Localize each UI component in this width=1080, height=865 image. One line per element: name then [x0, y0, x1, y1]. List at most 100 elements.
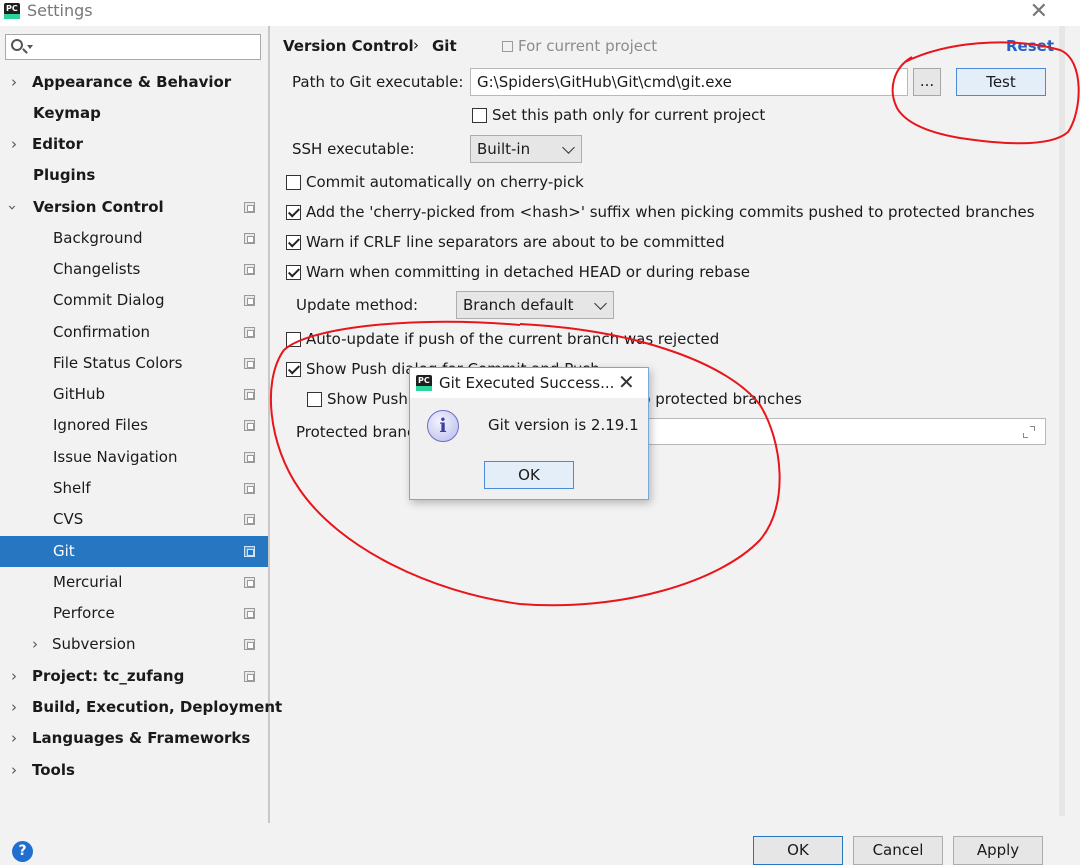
git-path-input[interactable]: G:\Spiders\GitHub\Git\cmd\git.exe: [470, 68, 908, 96]
window-title: Settings: [27, 1, 93, 20]
chevron-right-icon[interactable]: ›: [11, 692, 17, 723]
scrollbar[interactable]: [1059, 26, 1065, 816]
chevron-down-icon: [562, 141, 575, 154]
sidebar-item-mercurial[interactable]: Mercurial: [0, 567, 268, 598]
project-scope-icon: [244, 327, 255, 338]
sidebar-item-version-control[interactable]: › Version Control: [0, 192, 268, 223]
project-scope-icon: [244, 389, 255, 400]
warn-crlf-label: Warn if CRLF line separators are about t…: [306, 233, 725, 251]
sidebar-item-appearance-behavior[interactable]: › Appearance & Behavior: [0, 67, 268, 98]
show-push-dialog-checkbox[interactable]: [286, 362, 301, 377]
update-method-label: Update method:: [296, 296, 419, 314]
ssh-executable-value: Built-in: [477, 140, 531, 158]
breadcrumb-parent: Version Control: [283, 37, 414, 55]
auto-update-checkbox[interactable]: [286, 332, 301, 347]
sidebar-item-languages-frameworks[interactable]: › Languages & Frameworks: [0, 723, 268, 754]
set-path-only-checkbox[interactable]: [472, 108, 487, 123]
sidebar-item-cvs[interactable]: CVS: [0, 504, 268, 535]
sidebar-item-editor[interactable]: › Editor: [0, 129, 268, 160]
project-scope-icon: [244, 483, 255, 494]
project-scope-icon: [244, 546, 255, 557]
sidebar-item-project[interactable]: › Project: tc_zufang: [0, 661, 268, 692]
sidebar-item-shelf[interactable]: Shelf: [0, 473, 268, 504]
search-field[interactable]: [5, 34, 261, 60]
sidebar-item-plugins[interactable]: Plugins: [0, 160, 268, 191]
search-icon: [11, 39, 23, 51]
close-icon[interactable]: ✕: [618, 370, 635, 394]
chevron-right-icon[interactable]: ›: [32, 629, 38, 660]
update-method-value: Branch default: [463, 296, 574, 314]
sidebar-item-issue-navigation[interactable]: Issue Navigation: [0, 442, 268, 473]
chevron-right-icon[interactable]: ›: [11, 755, 17, 786]
git-success-dialog: PC Git Executed Success... ✕ i Git versi…: [409, 367, 649, 500]
apply-button[interactable]: Apply: [953, 836, 1043, 865]
project-scope-icon: [244, 452, 255, 463]
chevron-right-icon[interactable]: ›: [11, 129, 17, 160]
dialog-title: Git Executed Success...: [439, 374, 615, 392]
project-scope-icon: [244, 671, 255, 682]
expand-icon[interactable]: [1023, 426, 1035, 438]
sidebar-item-background[interactable]: Background: [0, 223, 268, 254]
project-scope-icon: [244, 608, 255, 619]
commit-auto-checkbox[interactable]: [286, 175, 301, 190]
test-button[interactable]: Test: [956, 68, 1046, 96]
warn-detached-label: Warn when committing in detached HEAD or…: [306, 263, 751, 281]
page-title: Git: [432, 37, 457, 55]
sidebar-item-perforce[interactable]: Perforce: [0, 598, 268, 629]
update-method-select[interactable]: Branch default: [456, 291, 614, 319]
sidebar-item-git[interactable]: Git: [0, 536, 268, 567]
ssh-executable-label: SSH executable:: [292, 140, 415, 158]
sidebar-item-tools[interactable]: › Tools: [0, 755, 268, 786]
search-input[interactable]: [36, 37, 256, 57]
add-suffix-label: Add the 'cherry-picked from <hash>' suff…: [306, 203, 1035, 221]
sidebar-item-changelists[interactable]: Changelists: [0, 254, 268, 285]
chevron-right-icon[interactable]: ›: [11, 661, 17, 692]
pycharm-icon: PC: [4, 3, 20, 19]
ssh-executable-select[interactable]: Built-in: [470, 135, 582, 163]
chevron-right-icon[interactable]: ›: [11, 723, 17, 754]
scope-note: For current project: [518, 37, 658, 55]
info-icon: i: [427, 410, 459, 442]
auto-update-label: Auto-update if push of the current branc…: [306, 330, 720, 348]
dialog-message: Git version is 2.19.1: [488, 416, 639, 434]
project-scope-icon: [244, 639, 255, 650]
project-scope-icon: [244, 264, 255, 275]
settings-sidebar: › Appearance & Behavior Keymap › Editor …: [0, 26, 282, 823]
sidebar-item-github[interactable]: GitHub: [0, 379, 268, 410]
dialog-ok-button[interactable]: OK: [484, 461, 574, 489]
sidebar-item-keymap[interactable]: Keymap: [0, 98, 268, 129]
close-icon[interactable]: ✕: [1030, 0, 1048, 24]
git-path-label: Path to Git executable:: [292, 73, 464, 91]
project-scope-icon: [244, 420, 255, 431]
project-scope-icon: [244, 233, 255, 244]
chevron-down-icon: [27, 45, 33, 49]
project-scope-icon: [244, 358, 255, 369]
project-scope-icon: [502, 41, 513, 52]
chevron-down-icon[interactable]: ›: [0, 205, 28, 211]
help-icon[interactable]: ?: [12, 841, 33, 862]
pycharm-icon: PC: [416, 375, 432, 391]
sidebar-item-build-execution-deployment[interactable]: › Build, Execution, Deployment: [0, 692, 282, 723]
ok-button[interactable]: OK: [753, 836, 843, 865]
project-scope-icon: [244, 295, 255, 306]
window-titlebar: PC Settings ✕: [0, 0, 1080, 26]
chevron-right-icon[interactable]: ›: [11, 67, 17, 98]
warn-detached-checkbox[interactable]: [286, 265, 301, 280]
sidebar-item-confirmation[interactable]: Confirmation: [0, 317, 268, 348]
sidebar-item-file-status-colors[interactable]: File Status Colors: [0, 348, 268, 379]
show-push-protected-checkbox[interactable]: [307, 392, 322, 407]
warn-crlf-checkbox[interactable]: [286, 235, 301, 250]
sidebar-item-subversion[interactable]: › Subversion: [0, 629, 268, 660]
project-scope-icon: [244, 202, 255, 213]
reset-link[interactable]: Reset: [1006, 37, 1054, 55]
sidebar-item-ignored-files[interactable]: Ignored Files: [0, 410, 268, 441]
commit-auto-label: Commit automatically on cherry-pick: [306, 173, 584, 191]
add-suffix-checkbox[interactable]: [286, 205, 301, 220]
set-path-only-label: Set this path only for current project: [492, 106, 766, 124]
sidebar-item-commit-dialog[interactable]: Commit Dialog: [0, 285, 268, 316]
breadcrumb-separator: ›: [413, 36, 419, 54]
project-scope-icon: [244, 514, 255, 525]
browse-button[interactable]: ...: [913, 68, 941, 96]
cancel-button[interactable]: Cancel: [853, 836, 943, 865]
project-scope-icon: [244, 577, 255, 588]
